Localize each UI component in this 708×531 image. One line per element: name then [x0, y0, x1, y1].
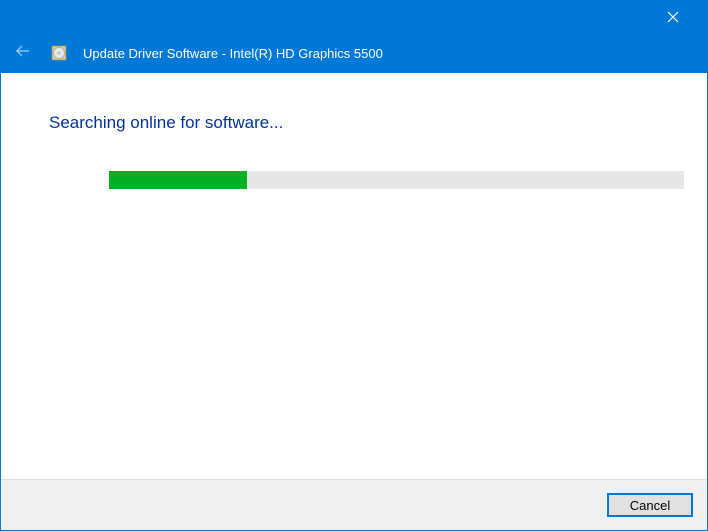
footer-bar: Cancel: [1, 479, 707, 530]
titlebar: [1, 1, 707, 33]
close-button[interactable]: [650, 1, 695, 33]
progress-container: [109, 171, 682, 189]
window-title: Update Driver Software - Intel(R) HD Gra…: [83, 46, 383, 61]
back-arrow-icon: [14, 42, 32, 65]
status-message: Searching online for software...: [49, 113, 682, 133]
driver-disc-icon: [49, 43, 69, 63]
cancel-button[interactable]: Cancel: [607, 493, 693, 517]
progress-fill: [109, 171, 247, 189]
header-bar: Update Driver Software - Intel(R) HD Gra…: [1, 33, 707, 73]
back-button[interactable]: [11, 41, 35, 65]
close-icon: [667, 11, 679, 23]
content-area: Searching online for software...: [1, 73, 707, 481]
progress-bar: [109, 171, 684, 189]
